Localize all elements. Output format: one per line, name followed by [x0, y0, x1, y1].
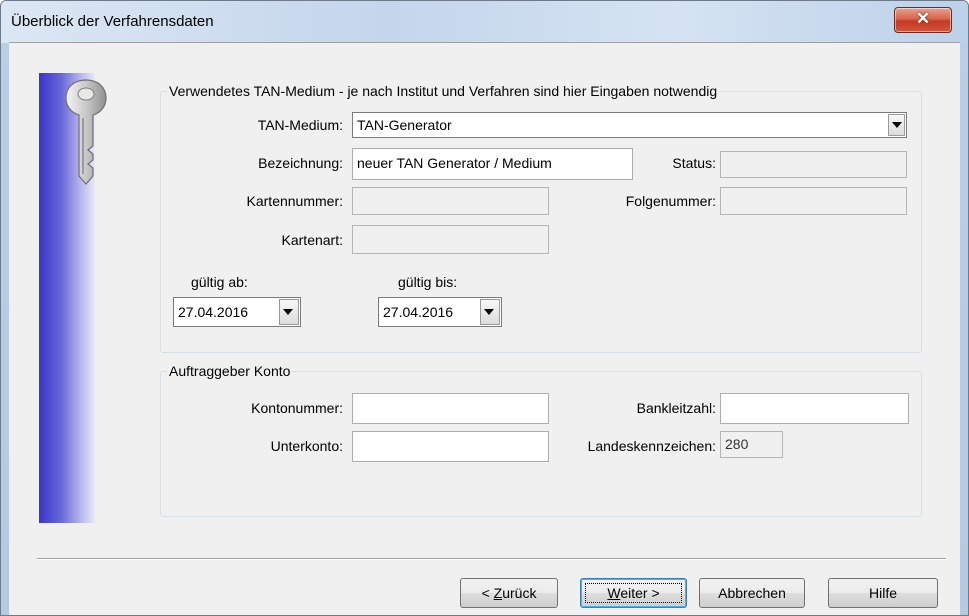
unterkonto-label: Unterkonto:	[270, 438, 343, 454]
status-field	[720, 151, 907, 178]
kartenart-label: Kartenart:	[281, 232, 343, 248]
chevron-down-icon	[283, 309, 293, 315]
tan-medium-value: TAN-Generator	[357, 117, 452, 133]
key-icon	[64, 78, 108, 191]
gueltig-bis-dropdown-button[interactable]	[480, 299, 500, 325]
tan-medium-group: Verwendetes TAN-Medium - je nach Institu…	[160, 83, 922, 353]
close-button[interactable]: ✕	[894, 7, 952, 33]
auftraggeber-konto-group: Auftraggeber Konto Kontonummer: Bankleit…	[160, 363, 922, 517]
dialog-window: Überblick der Verfahrensdaten ✕ Verwende…	[0, 0, 969, 616]
footer-separator	[37, 558, 946, 560]
bezeichnung-label: Bezeichnung:	[258, 155, 343, 171]
unterkonto-field[interactable]	[352, 431, 549, 462]
back-button[interactable]: < Zurück	[460, 578, 558, 608]
landeskennzeichen-field	[720, 431, 783, 458]
landeskennzeichen-label: Landeskennzeichen:	[587, 438, 716, 454]
folgenummer-label: Folgenummer:	[625, 193, 716, 209]
kartennummer-label: Kartennummer:	[246, 193, 343, 209]
window-title: Überblick der Verfahrensdaten	[11, 13, 214, 30]
bankleitzahl-field[interactable]	[720, 393, 909, 424]
tan-medium-dropdown-button[interactable]	[888, 114, 905, 136]
folgenummer-field	[720, 187, 907, 215]
title-bar[interactable]: Überblick der Verfahrensdaten ✕	[1, 1, 968, 43]
gueltig-ab-picker[interactable]: 27.04.2016	[173, 297, 301, 327]
chevron-down-icon	[484, 309, 494, 315]
tan-medium-select[interactable]: TAN-Generator	[352, 112, 907, 138]
gueltig-ab-value: 27.04.2016	[178, 304, 249, 320]
back-button-mnemonic: Z	[493, 585, 503, 601]
kontonummer-label: Kontonummer:	[251, 400, 343, 416]
help-button[interactable]: Hilfe	[828, 578, 938, 608]
bankleitzahl-label: Bankleitzahl:	[636, 400, 716, 416]
focus-rectangle	[585, 583, 682, 603]
back-button-prefix: <	[481, 585, 494, 601]
tan-group-legend: Verwendetes TAN-Medium - je nach Institu…	[167, 83, 720, 99]
back-button-label: urück	[502, 585, 537, 601]
gueltig-ab-label: gültig ab:	[191, 274, 248, 290]
gueltig-bis-label: gültig bis:	[398, 274, 458, 290]
tan-medium-label: TAN-Medium:	[257, 117, 343, 133]
dialog-client-area: Verwendetes TAN-Medium - je nach Institu…	[9, 42, 960, 615]
gueltig-bis-picker[interactable]: 27.04.2016	[378, 297, 502, 327]
close-icon: ✕	[915, 9, 931, 28]
gueltig-ab-dropdown-button[interactable]	[279, 299, 299, 325]
kartennummer-field	[352, 187, 549, 215]
next-button[interactable]: Weiter >	[580, 578, 687, 608]
konto-group-legend: Auftraggeber Konto	[167, 363, 293, 379]
chevron-down-icon	[892, 122, 902, 128]
gueltig-bis-value: 27.04.2016	[383, 304, 454, 320]
status-label: Status:	[672, 155, 716, 171]
kartenart-field	[352, 225, 549, 254]
kontonummer-field[interactable]	[352, 393, 549, 424]
bezeichnung-field[interactable]	[352, 148, 633, 180]
cancel-button[interactable]: Abbrechen	[699, 578, 805, 608]
